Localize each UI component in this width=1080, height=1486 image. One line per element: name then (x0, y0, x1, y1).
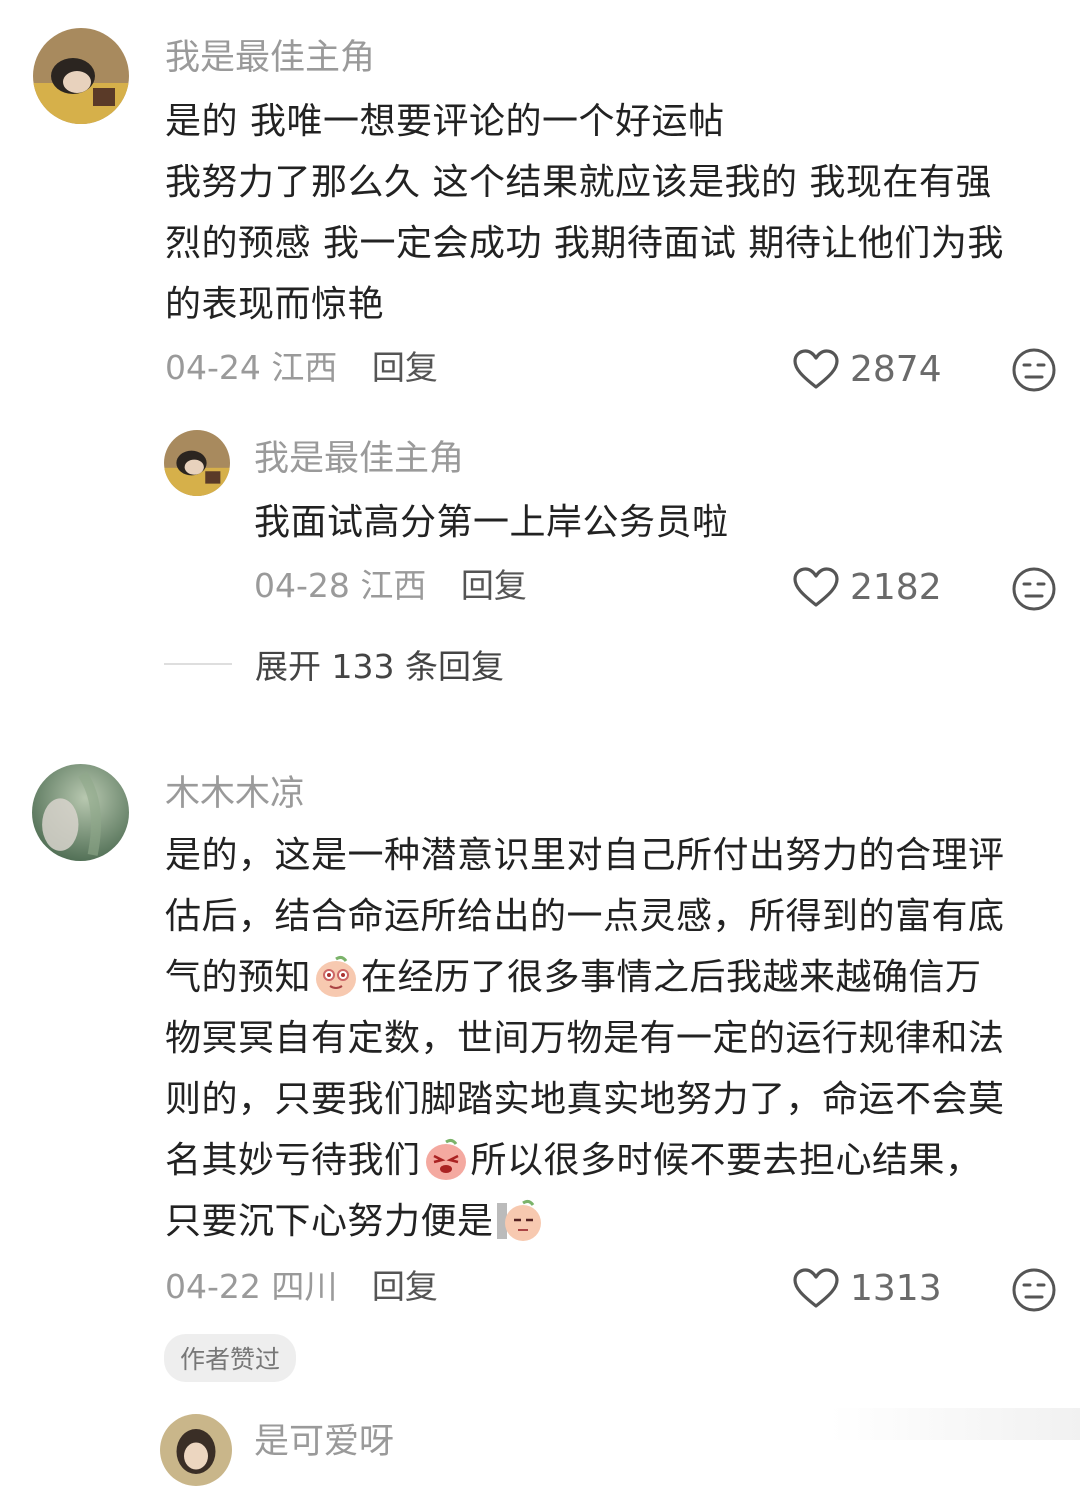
expand-replies-label: 展开 133 条回复 (255, 647, 504, 686)
comment-text: 是的，这是一种潜意识里对自己所付出努力的合理评 估后，结合命运所给出的一点灵感，… (165, 825, 1005, 1252)
comment-line: 我面试高分第一上岸公务员啦 (254, 502, 729, 543)
comment-meta: 04-22 四川 回复 (165, 1267, 438, 1307)
comment-date: 04-24 (165, 348, 261, 387)
comment-line: 估后，结合命运所给出的一点灵感，所得到的富有底 (165, 896, 1005, 937)
comment-text-part: 在经历了很多事情之后我越来越确信万 (361, 957, 982, 998)
comment-meta: 04-24 江西 回复 (165, 348, 438, 388)
comment-line: 的表现而惊艳 (165, 284, 385, 325)
username[interactable]: 我是最佳主角 (165, 38, 375, 78)
like-button[interactable]: 2182 (792, 566, 942, 608)
comment-line: 是的 我唯一想要评论的一个好运帖 (165, 101, 725, 142)
comment-line: 则的，只要我们脚踏实地真实地努力了，命运不会莫 (165, 1079, 1005, 1120)
comment-date: 04-22 (165, 1267, 261, 1306)
divider (164, 663, 232, 665)
comment-line: 气的预知 在经历了很多事情之后我越来越确信万 (165, 947, 1005, 1008)
comment-line: 名其妙亏待我们 所以很多时候不要去担心结果， (165, 1130, 1005, 1191)
avatar-image-icon (32, 764, 129, 861)
author-liked-badge: 作者赞过 (164, 1334, 297, 1382)
avatar-image-icon (164, 430, 230, 496)
avatar[interactable] (33, 28, 129, 124)
comment-meta: 04-28 江西 回复 (254, 566, 527, 606)
comment-text-part: 所以很多时候不要去担心结果， (470, 1140, 982, 1181)
comment-text-part: 名其妙亏待我们 (165, 1140, 421, 1181)
like-button[interactable]: 2874 (792, 348, 942, 390)
comment-location: 四川 (271, 1267, 338, 1306)
comment-line: 物冥冥自有定数，世间万物是有一定的运行规律和法 (165, 1018, 1005, 1059)
reply-button[interactable]: 回复 (372, 348, 438, 387)
peach-sticker-icon (496, 1199, 541, 1241)
avatar-image-icon (33, 28, 129, 124)
comment-line: 是的，这是一种潜意识里对自己所付出努力的合理评 (165, 835, 1005, 876)
neutral-face-icon[interactable] (1011, 566, 1057, 612)
heart-icon (793, 349, 839, 389)
comment-location: 江西 (360, 566, 427, 605)
like-count: 2874 (850, 348, 942, 390)
comment-line: 只要沉下心努力便是 (165, 1191, 1005, 1252)
comment-text-part: 气的预知 (165, 957, 312, 998)
heart-icon (793, 1268, 839, 1308)
username[interactable]: 我是最佳主角 (254, 439, 464, 479)
comment-text-part: 只要沉下心努力便是 (165, 1201, 494, 1242)
username[interactable]: 是可爱呀 (254, 1422, 394, 1462)
comment-location: 江西 (271, 348, 338, 387)
reply-button[interactable]: 回复 (461, 566, 527, 605)
comment-date: 04-28 (254, 566, 350, 605)
avatar-image-icon (160, 1414, 232, 1486)
username[interactable]: 木木木凉 (165, 774, 305, 814)
like-count: 1313 (850, 1267, 942, 1309)
comment-text: 是的 我唯一想要评论的一个好运帖 我努力了那么久 这个结果就应该是我的 我现在有… (165, 91, 1004, 335)
comment-text: 我面试高分第一上岸公务员啦 (254, 492, 729, 553)
neutral-face-icon[interactable] (1011, 347, 1057, 393)
heart-icon (793, 567, 839, 607)
watermark-fade (830, 1408, 1080, 1440)
peach-sticker-icon (316, 955, 357, 997)
avatar[interactable] (160, 1414, 232, 1486)
comment-line: 烈的预感 我一定会成功 我期待面试 期待让他们为我 (165, 223, 1004, 264)
comment-line: 我努力了那么久 这个结果就应该是我的 我现在有强 (165, 162, 992, 203)
reply-button[interactable]: 回复 (372, 1267, 438, 1306)
expand-replies-button[interactable]: 展开 133 条回复 (164, 640, 504, 688)
like-count: 2182 (850, 566, 942, 608)
avatar[interactable] (164, 430, 230, 496)
like-button[interactable]: 1313 (792, 1267, 942, 1309)
peach-sticker-icon (425, 1138, 466, 1180)
avatar[interactable] (32, 764, 129, 861)
neutral-face-icon[interactable] (1011, 1267, 1057, 1313)
